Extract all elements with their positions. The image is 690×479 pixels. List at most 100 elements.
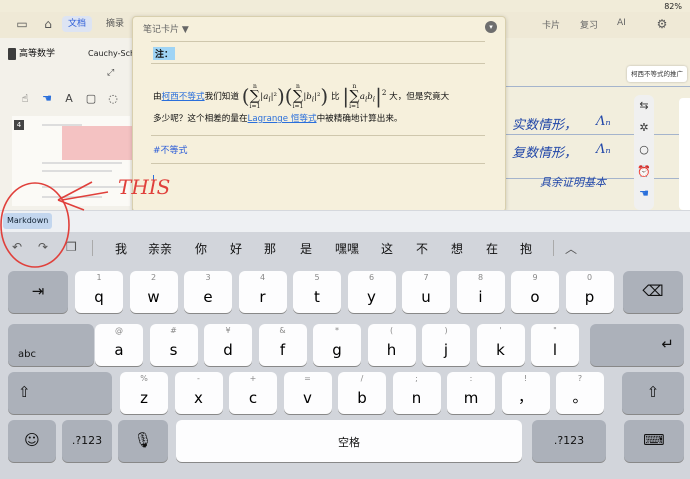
key-row3-2[interactable]: + c (229, 372, 277, 414)
hand-pointer-icon[interactable]: ☚ (634, 183, 654, 205)
key-char: y (367, 288, 376, 306)
rect-tool-icon[interactable]: ▢ (80, 92, 102, 105)
cauchy-link[interactable]: 柯西不等式 (162, 92, 205, 102)
tab-excerpts[interactable]: 摘录 (100, 16, 130, 32)
emoji-key[interactable]: ☺ (8, 420, 56, 462)
key-row1-8[interactable]: 9o (511, 271, 559, 313)
key-row3-1[interactable]: -x (174, 372, 223, 414)
key-alt: " (553, 326, 557, 335)
key-row1-4[interactable]: 5t (293, 271, 341, 313)
shift-key-right[interactable]: ⇧ (622, 372, 684, 414)
key-row2-7[interactable]: ' k (476, 324, 525, 366)
key-row1-3[interactable]: 4r (238, 271, 287, 313)
tab-ai[interactable]: AI (617, 18, 626, 28)
close-icon[interactable]: ▾ (485, 21, 497, 33)
return-key[interactable]: ↵ (590, 324, 684, 366)
key-row2-3[interactable]: & f (258, 324, 307, 366)
candidate-word[interactable]: 我 (115, 240, 127, 257)
key-row2-2[interactable]: ¥ d (204, 324, 252, 366)
key-row3-7[interactable]: !， (501, 372, 550, 414)
hide-keyboard-key[interactable]: ⌨ (624, 420, 684, 462)
key-char: s (169, 341, 178, 359)
key-alt: 8 (477, 273, 484, 282)
key-row2-1[interactable]: # s (149, 324, 198, 366)
candidate-word[interactable]: 好 (230, 240, 242, 257)
gesture-icon[interactable]: ⇆ (634, 95, 654, 117)
tab-review[interactable]: 复习 (580, 18, 598, 31)
gear-icon[interactable]: ✲ (634, 117, 654, 139)
key-row3-5[interactable]: ; n (392, 372, 441, 414)
key-row3-8[interactable]: ?。 (556, 372, 604, 414)
candidate-word[interactable]: 嘿嘿 (335, 240, 359, 257)
key-alt: 1 (96, 273, 102, 282)
note-paragraph-line2[interactable]: 多少呢？这个相差的量在Lagrange 恒等式中被精确地计算出来。 (153, 112, 403, 124)
dictation-key[interactable]: 🎙 (118, 420, 168, 462)
key-row3-3[interactable]: = v (283, 372, 332, 414)
mindmap-node[interactable]: 柯西不等式的推广 (627, 66, 687, 82)
key-row3-0[interactable]: % z (120, 372, 168, 414)
lasso-icon[interactable]: ◌ (102, 92, 124, 105)
pointer-icon[interactable]: ☚ (36, 92, 58, 105)
key-alt: & (279, 326, 286, 335)
numbers-key-right[interactable]: .?123 (532, 420, 606, 462)
candidate-word[interactable]: 是 (300, 240, 312, 257)
text-tool-icon[interactable]: A (58, 92, 80, 105)
tab-key[interactable]: ⇥ (8, 271, 68, 313)
key-row1-5[interactable]: 6y (347, 271, 396, 313)
tap-icon[interactable]: ☝ (14, 92, 36, 105)
key-row2-4[interactable]: * g (313, 324, 361, 366)
candidate-word[interactable]: 你 (195, 240, 207, 257)
key-row2-5[interactable]: (h (367, 324, 416, 366)
key-row3-4[interactable]: / b (338, 372, 386, 414)
book-title[interactable]: 高等数学 (8, 46, 55, 60)
redo-icon[interactable]: ↷ (38, 240, 48, 254)
key-char: p (584, 288, 595, 306)
candidate-word[interactable]: 在 (486, 240, 498, 257)
alarm-icon[interactable]: ⏰ (634, 161, 654, 183)
expand-candidates-icon[interactable]: ︿ (565, 240, 577, 257)
key-row1-1[interactable]: 2w (129, 271, 178, 313)
fullscreen-icon[interactable]: ⤢ (107, 68, 114, 78)
card-title[interactable]: 笔记卡片 ▼ (143, 22, 189, 35)
candidate-word[interactable]: 抱 (520, 240, 532, 257)
key-row1-0[interactable]: 1q (75, 271, 123, 313)
tab-docs[interactable]: 文档 (62, 16, 93, 32)
key-row1-9[interactable]: 0p (565, 271, 614, 313)
shift-key[interactable]: ⇧ (8, 372, 112, 414)
key-row1-7[interactable]: 8i (456, 271, 505, 313)
clipboard-icon[interactable]: ❐ (66, 240, 77, 254)
candidate-word[interactable]: 这 (381, 240, 393, 257)
key-char: w (147, 288, 160, 306)
key-row1-6[interactable]: 7u (402, 271, 450, 313)
sidebar-toggle-icon[interactable]: ▭ (14, 17, 30, 31)
markdown-button[interactable]: Markdown (3, 213, 53, 229)
candidate-word[interactable]: 那 (264, 240, 276, 257)
key-row2-8[interactable]: " l (531, 324, 579, 366)
key-alt: ? (577, 374, 583, 383)
candidate-word[interactable]: 不 (416, 240, 428, 257)
note-paragraph-line1[interactable]: 由柯西不等式我们知道 (n ∑ i=1 |ai|²)(n ∑ i=1 |bi|²) 比 | n… (153, 83, 449, 110)
key-row1-2[interactable]: 3e (184, 271, 232, 313)
key-row2-0[interactable]: @ a (95, 324, 143, 366)
lagrange-link[interactable]: Lagrange 恒等式 (248, 114, 317, 124)
note-label[interactable]: 注： (153, 47, 176, 60)
undo-icon[interactable]: ↶ (12, 240, 22, 254)
hashtag[interactable]: #不等式 (153, 143, 188, 156)
library-icon[interactable]: ⌂ (40, 17, 56, 31)
key-row3-6[interactable]: :m (447, 372, 495, 414)
highlighted-formula[interactable] (62, 126, 136, 160)
numbers-key[interactable]: .?123 (62, 420, 112, 462)
circle-icon[interactable]: ○ (634, 139, 654, 161)
backspace-key[interactable]: ⌫ (623, 271, 683, 313)
tab-cards[interactable]: 卡片 (542, 18, 560, 31)
key-row2-6[interactable]: ) j (422, 324, 470, 366)
candidate-word[interactable]: 想 (451, 240, 463, 257)
settings-icon[interactable]: ⚙ (654, 17, 670, 31)
scroll-handle[interactable] (679, 98, 690, 210)
handwritten-real-case: 实数情形， (512, 118, 578, 133)
space-key[interactable]: 空格 (176, 420, 522, 462)
key-char: 。 (572, 388, 588, 406)
doc-tab-title[interactable]: Cauchy-Sch (88, 49, 136, 58)
candidate-word[interactable]: 亲亲 (148, 240, 172, 257)
abc-key[interactable]: abc (8, 324, 94, 366)
